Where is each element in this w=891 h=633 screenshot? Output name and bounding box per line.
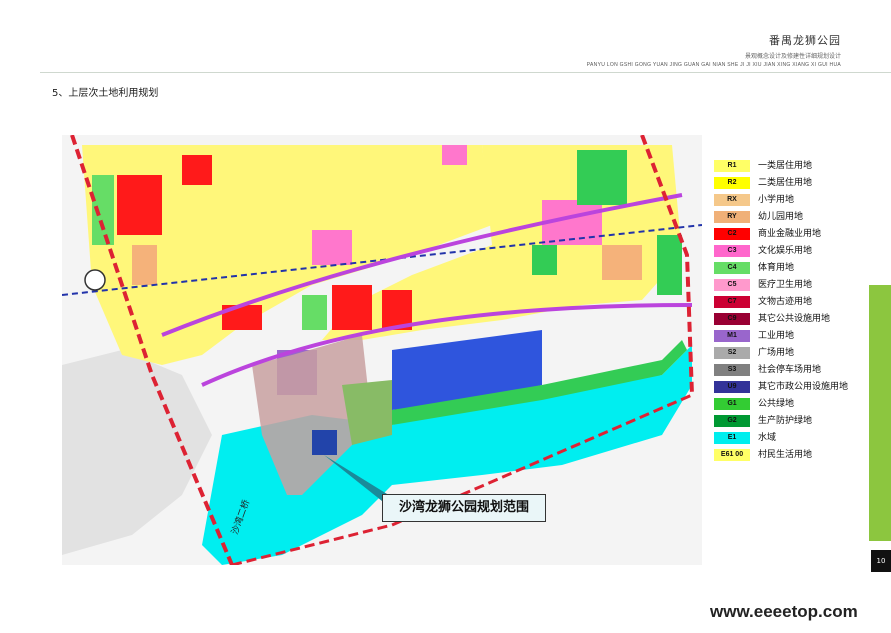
- commercial-block-1: [117, 175, 162, 235]
- legend-item: C5 医疗卫生用地: [714, 279, 874, 292]
- plan-area-callout: 沙湾龙狮公园规划范围: [382, 494, 546, 522]
- legend-item: C7 文物古迹用地: [714, 296, 874, 309]
- legend-swatch: S2: [714, 347, 750, 359]
- legend-label: 公共绿地: [758, 399, 795, 409]
- legend-label: 小学用地: [758, 195, 795, 205]
- watermark: www.eeeetop.com: [710, 602, 858, 621]
- legend-swatch: E1: [714, 432, 750, 444]
- legend-label: 文化娱乐用地: [758, 246, 813, 256]
- legend-swatch: S3: [714, 364, 750, 376]
- legend-item: RX 小学用地: [714, 194, 874, 207]
- legend-label: 其它市政公用设施用地: [758, 382, 849, 392]
- legend-label: 幼儿园用地: [758, 212, 804, 222]
- legend-label: 村民生活用地: [758, 450, 813, 460]
- legend-label: 体育用地: [758, 263, 795, 273]
- legend-swatch: M1: [714, 330, 750, 342]
- school-block-1: [132, 245, 157, 285]
- legend-swatch: U9: [714, 381, 750, 393]
- school-block-2: [602, 245, 642, 280]
- legend-swatch: R2: [714, 177, 750, 189]
- side-accent-bar: [869, 285, 891, 541]
- legend-swatch: RY: [714, 211, 750, 223]
- green-block-4: [532, 245, 557, 275]
- header-divider: [40, 72, 891, 73]
- legend-label: 社会停车场用地: [758, 365, 822, 375]
- legend-swatch: C7: [714, 296, 750, 308]
- legend-swatch: C3: [714, 245, 750, 257]
- park-plaza: [312, 430, 337, 455]
- legend-item: S2 广场用地: [714, 347, 874, 360]
- legend-label: 医疗卫生用地: [758, 280, 813, 290]
- legend-item: M1 工业用地: [714, 330, 874, 343]
- green-block-5: [657, 235, 682, 295]
- document-header: 番禺龙狮公园 景观概念设计及修建性详细规划设计 PANYU LON GSHI G…: [587, 32, 841, 68]
- legend-item: G2 生产防护绿地: [714, 415, 874, 428]
- legend-item: E61 00 村民生活用地: [714, 449, 874, 462]
- legend-item: E1 水域: [714, 432, 874, 445]
- legend-swatch: G1: [714, 398, 750, 410]
- legend-swatch: C4: [714, 262, 750, 274]
- legend-label: 工业用地: [758, 331, 795, 341]
- legend-item: C9 其它公共设施用地: [714, 313, 874, 326]
- commercial-block-3: [332, 285, 372, 330]
- legend-swatch: C2: [714, 228, 750, 240]
- legend-label: 一类居住用地: [758, 161, 813, 171]
- legend-swatch: C5: [714, 279, 750, 291]
- green-block-1: [577, 150, 627, 205]
- legend-swatch: G2: [714, 415, 750, 427]
- legend-swatch: E61 00: [714, 449, 750, 461]
- legend-item: C2 商业金融业用地: [714, 228, 874, 241]
- legend-label: 其它公共设施用地: [758, 314, 831, 324]
- document-title: 番禺龙狮公园: [769, 34, 841, 47]
- page-number: 10: [871, 550, 891, 572]
- green-block-3: [302, 295, 327, 330]
- legend-label: 生产防护绿地: [758, 416, 813, 426]
- legend-label: 商业金融业用地: [758, 229, 822, 239]
- document-subtitle: 景观概念设计及修建性详细规划设计: [744, 53, 841, 60]
- legend-item: G1 公共绿地: [714, 398, 874, 411]
- legend-item: R1 一类居住用地: [714, 160, 874, 173]
- commercial-block-2: [182, 155, 212, 185]
- culture-block-2: [312, 230, 352, 265]
- legend-item: RY 幼儿园用地: [714, 211, 874, 224]
- legend-label: 文物古迹用地: [758, 297, 813, 307]
- legend-item: S3 社会停车场用地: [714, 364, 874, 377]
- document-subtitle-en: PANYU LON GSHI GONG YUAN JING GUAN GAI N…: [586, 62, 841, 68]
- legend-item: C3 文化娱乐用地: [714, 245, 874, 258]
- legend-label: 二类居住用地: [758, 178, 813, 188]
- legend-swatch: RX: [714, 194, 750, 206]
- legend-label: 水域: [758, 433, 777, 443]
- legend-swatch: R1: [714, 160, 750, 172]
- legend-swatch: C9: [714, 313, 750, 325]
- culture-block-3: [442, 145, 467, 165]
- legend-item: C4 体育用地: [714, 262, 874, 275]
- legend-item: R2 二类居住用地: [714, 177, 874, 190]
- legend-item: U9 其它市政公用设施用地: [714, 381, 874, 394]
- section-title: 5、上层次土地利用规划: [52, 88, 159, 99]
- metro-station-icon: [84, 269, 106, 291]
- legend-label: 广场用地: [758, 348, 795, 358]
